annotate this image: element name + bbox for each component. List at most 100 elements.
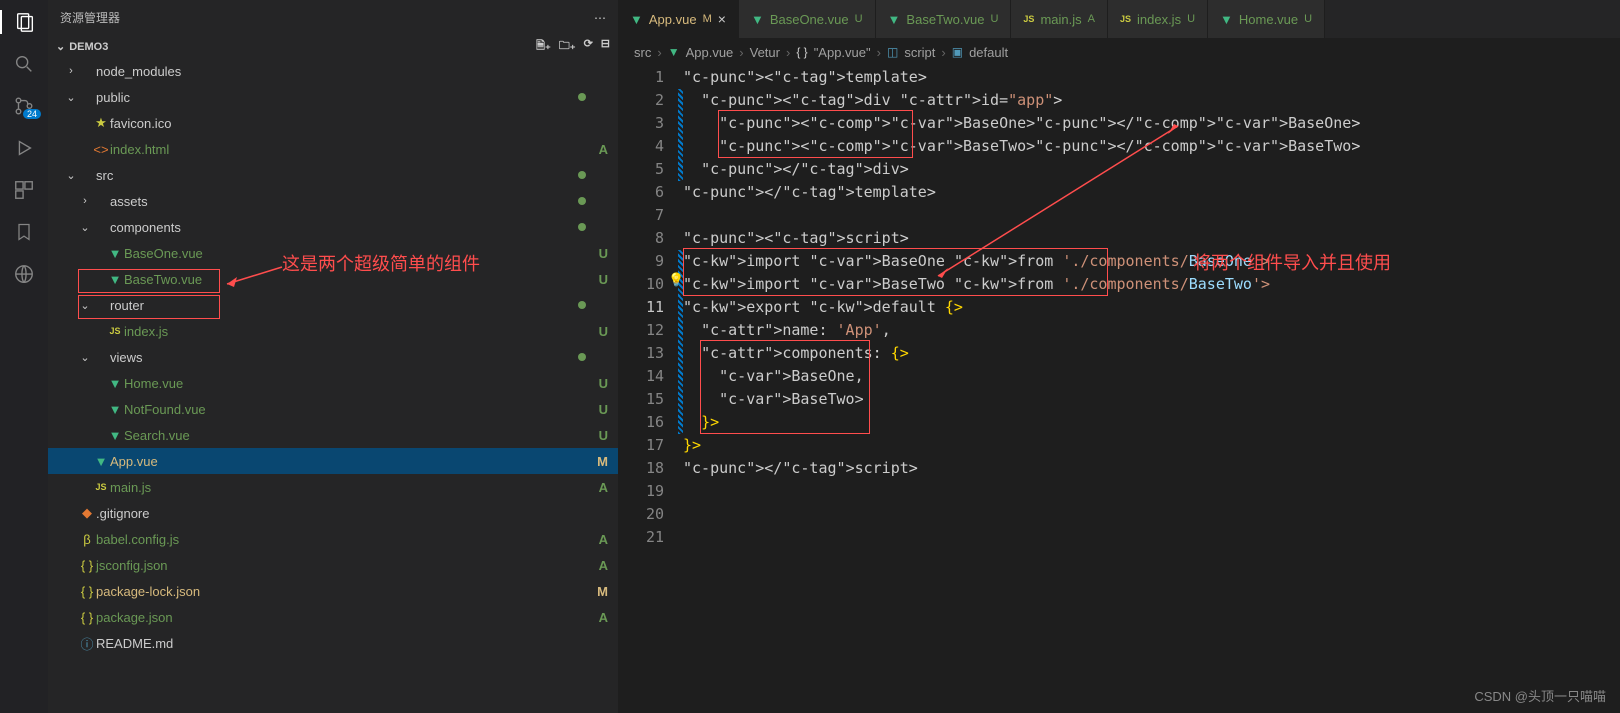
search-icon[interactable] bbox=[12, 52, 36, 76]
code-line: "c-kw">import "c-var">BaseOne "c-kw">fro… bbox=[683, 250, 1620, 273]
breadcrumb-item[interactable]: script bbox=[904, 45, 935, 60]
collapse-icon[interactable]: ⊟ bbox=[601, 37, 610, 56]
code-line: "c-punc"><"c-tag">div "c-attr">id="app"> bbox=[683, 89, 1620, 112]
lightbulb-icon[interactable]: 💡 bbox=[668, 273, 684, 288]
line-number: 9 bbox=[618, 250, 664, 273]
tab-basetwo-vue[interactable]: ▼BaseTwo.vueU bbox=[876, 0, 1012, 38]
js-icon: JS bbox=[1023, 14, 1034, 24]
file-label: src bbox=[96, 168, 578, 183]
tab-baseone-vue[interactable]: ▼BaseOne.vueU bbox=[739, 0, 876, 38]
git-status: A bbox=[592, 532, 608, 547]
tree-item-basetwo-vue[interactable]: ▼BaseTwo.vueU bbox=[48, 266, 618, 292]
tree-item-notfound-vue[interactable]: ▼NotFound.vueU bbox=[48, 396, 618, 422]
tree-item-index-html[interactable]: <>index.htmlA bbox=[48, 136, 618, 162]
tree-item-app-vue[interactable]: ▼App.vueM bbox=[48, 448, 618, 474]
git-dot-icon bbox=[578, 301, 586, 309]
tab-app-vue[interactable]: ▼App.vueM× bbox=[618, 0, 739, 38]
git-dot-icon bbox=[578, 93, 586, 101]
tree-item-public[interactable]: ⌄public bbox=[48, 84, 618, 110]
file-label: Search.vue bbox=[124, 428, 592, 443]
file-label: BaseTwo.vue bbox=[124, 272, 592, 287]
line-number: 1 bbox=[618, 66, 664, 89]
tree-item-home-vue[interactable]: ▼Home.vueU bbox=[48, 370, 618, 396]
tab-main-js[interactable]: JS main.js A bbox=[1011, 0, 1108, 38]
remote-icon[interactable] bbox=[12, 262, 36, 286]
tab-label: main.js bbox=[1040, 12, 1081, 27]
line-number: 19 bbox=[618, 480, 664, 503]
explorer-icon[interactable] bbox=[0, 10, 48, 34]
file-label: jsconfig.json bbox=[96, 558, 592, 573]
new-file-icon[interactable]: 🗎₊ bbox=[536, 37, 551, 56]
tree-item-assets[interactable]: ›assets bbox=[48, 188, 618, 214]
git-status: U bbox=[592, 428, 608, 443]
tab-status: U bbox=[1304, 13, 1312, 25]
breadcrumb-item[interactable]: "App.vue" bbox=[814, 45, 871, 60]
breadcrumb-item[interactable]: App.vue bbox=[686, 45, 734, 60]
code-line: "c-kw">export "c-kw">default {> bbox=[683, 296, 1620, 319]
tree-item-search-vue[interactable]: ▼Search.vueU bbox=[48, 422, 618, 448]
new-folder-icon[interactable]: 🗀₊ bbox=[559, 37, 576, 56]
line-number: 8 bbox=[618, 227, 664, 250]
breadcrumb: src›▼App.vue›Vetur›{ }"App.vue"›◫script›… bbox=[618, 38, 1620, 66]
tree-item-baseone-vue[interactable]: ▼BaseOne.vueU bbox=[48, 240, 618, 266]
tree-item-node-modules[interactable]: ›node_modules bbox=[48, 58, 618, 84]
file-label: index.html bbox=[110, 142, 592, 157]
file-label: .gitignore bbox=[96, 506, 592, 521]
breadcrumb-item[interactable]: default bbox=[969, 45, 1008, 60]
tab-status: U bbox=[1187, 13, 1195, 25]
chevron-down-icon: ⌄ bbox=[56, 40, 65, 53]
source-control-icon[interactable]: 24 bbox=[12, 94, 36, 118]
close-icon[interactable]: × bbox=[718, 11, 726, 27]
js-icon: JS bbox=[106, 326, 124, 336]
code-line: "c-punc"><"c-comp">"c-var">BaseTwo>"c-pu… bbox=[683, 135, 1620, 158]
tree-item-package-lock-json[interactable]: { }package-lock.jsonM bbox=[48, 578, 618, 604]
file-label: assets bbox=[110, 194, 578, 209]
line-number: 13 bbox=[618, 342, 664, 365]
file-label: favicon.ico bbox=[110, 116, 592, 131]
tree-item-src[interactable]: ⌄src bbox=[48, 162, 618, 188]
vue-icon: ▼ bbox=[106, 272, 124, 287]
tab-home-vue[interactable]: ▼Home.vueU bbox=[1208, 0, 1325, 38]
tree-item-babel-config-js[interactable]: βbabel.config.jsA bbox=[48, 526, 618, 552]
tree-item-favicon-ico[interactable]: ★favicon.ico bbox=[48, 110, 618, 136]
git-status: A bbox=[592, 142, 608, 157]
line-number: 20 bbox=[618, 503, 664, 526]
breadcrumb-item[interactable]: Vetur bbox=[750, 45, 780, 60]
line-number: 3 bbox=[618, 112, 664, 135]
sidebar: 资源管理器 ⋯ ⌄ DEMO3 🗎₊ 🗀₊ ⟳ ⊟ ›node_modules⌄… bbox=[48, 0, 618, 713]
editor-area: ▼App.vueM×▼BaseOne.vueU▼BaseTwo.vueU JS ma… bbox=[618, 0, 1620, 713]
git-status: M bbox=[592, 454, 608, 469]
tree-item-main-js[interactable]: JSmain.jsA bbox=[48, 474, 618, 500]
tree-item-jsconfig-json[interactable]: { }jsconfig.jsonA bbox=[48, 552, 618, 578]
chevron-right-icon: › bbox=[739, 45, 743, 60]
tab-status: A bbox=[1088, 13, 1095, 25]
code-line: "c-punc"><"c-tag">script> bbox=[683, 227, 1620, 250]
cube-icon: ◫ bbox=[887, 45, 898, 59]
tree-item--gitignore[interactable]: ◆.gitignore bbox=[48, 500, 618, 526]
breadcrumb-item[interactable]: src bbox=[634, 45, 651, 60]
tree-item-index-js[interactable]: JSindex.jsU bbox=[48, 318, 618, 344]
chevron-right-icon: › bbox=[941, 45, 945, 60]
tree-item-readme-md[interactable]: ⓘREADME.md bbox=[48, 630, 618, 656]
refresh-icon[interactable]: ⟳ bbox=[584, 37, 593, 56]
tab-index-js[interactable]: JSindex.jsU bbox=[1108, 0, 1208, 38]
tree-item-components[interactable]: ⌄components bbox=[48, 214, 618, 240]
git-icon: ◆ bbox=[78, 505, 96, 521]
line-number: 14 bbox=[618, 365, 664, 388]
section-actions: 🗎₊ 🗀₊ ⟳ ⊟ bbox=[536, 37, 610, 56]
extensions-icon[interactable] bbox=[12, 178, 36, 202]
code-content[interactable]: "c-punc"><"c-tag">template> "c-punc"><"c… bbox=[683, 66, 1620, 713]
bookmark-icon[interactable] bbox=[12, 220, 36, 244]
section-header[interactable]: ⌄ DEMO3 🗎₊ 🗀₊ ⟳ ⊟ bbox=[48, 35, 618, 58]
tree-item-views[interactable]: ⌄views bbox=[48, 344, 618, 370]
code-line: "c-attr">components: {> bbox=[683, 342, 1620, 365]
file-label: index.js bbox=[124, 324, 592, 339]
tree-item-package-json[interactable]: { }package.jsonA bbox=[48, 604, 618, 630]
run-debug-icon[interactable] bbox=[12, 136, 36, 160]
vue-icon: ▼ bbox=[630, 12, 643, 27]
line-number: 6 bbox=[618, 181, 664, 204]
tree-item-router[interactable]: ⌄router bbox=[48, 292, 618, 318]
more-icon[interactable]: ⋯ bbox=[594, 11, 606, 25]
js-icon: JS bbox=[92, 482, 110, 492]
code-line bbox=[683, 526, 1620, 549]
